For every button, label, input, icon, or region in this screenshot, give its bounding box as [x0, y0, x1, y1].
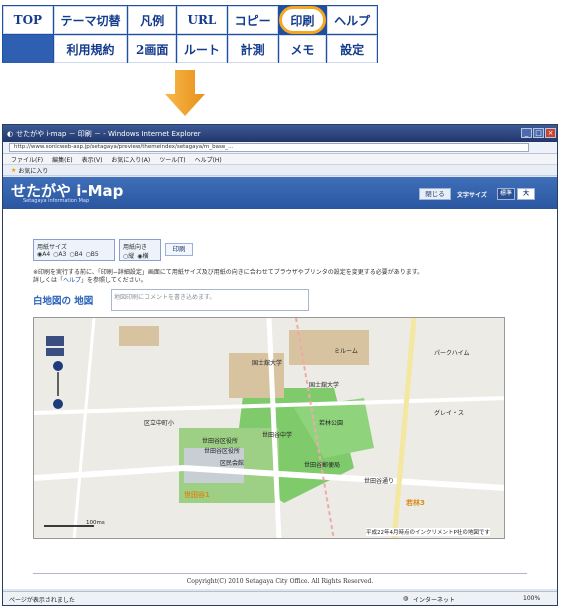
menu-item-legend[interactable]: 凡例 — [128, 6, 177, 34]
globe-icon: ◍ — [403, 595, 409, 602]
map-label: 世田谷通り — [364, 478, 395, 485]
zoom-out-icon[interactable] — [53, 399, 63, 409]
radio-a3[interactable]: ○A3 — [53, 251, 66, 258]
map-label: グレイ・ス — [434, 410, 465, 417]
map-view[interactable]: 国士舘大学 ミルーム 国士舘大学 世田谷区役所 世田谷中学 区民会館 世田谷区役… — [33, 317, 505, 539]
zoom-level[interactable]: 100% — [523, 595, 540, 602]
radio-b5[interactable]: ○B5 — [86, 251, 99, 258]
menubar-view[interactable]: 表示(V) — [82, 155, 103, 164]
radio-landscape[interactable]: ◉横 — [137, 251, 148, 260]
orientation-group: 用紙向き ○縦 ◉横 — [119, 239, 161, 261]
map-scale-label: 100ms — [86, 520, 105, 526]
map-district-label: 若林3 — [406, 499, 425, 507]
menu-item-terms[interactable]: 利用規約 — [53, 35, 128, 63]
map-label: 世田谷区役所 — [202, 438, 239, 445]
favorites-bar: ★ お気に入り — [3, 165, 557, 176]
map-date-note: 平成22年4月時点のインクリメントP社の地図です — [366, 528, 490, 536]
site-header: せたがや i-Map Setagaya information Map 閉じる … — [3, 177, 557, 209]
font-size-standard-button[interactable]: 標準 — [497, 188, 515, 200]
notice-line-1: ※印刷を実行する前に、「印刷−詳細設定」画面にて用紙サイズ及び用紙の向きに合わせ… — [33, 269, 424, 276]
menubar-edit[interactable]: 編集(E) — [52, 155, 72, 164]
map-district-label: 世田谷1 — [184, 491, 210, 499]
map-label: 国士舘大学 — [309, 382, 340, 389]
menu-item-print[interactable]: 印刷 — [278, 6, 327, 34]
browser-menubar: ファイル(F) 編集(E) 表示(V) お気に入り(A) ツール(T) ヘルプ(… — [3, 154, 557, 165]
zone-label: インターネット — [413, 597, 456, 604]
comment-input[interactable]: 地図印刷にコメントを書き込めます。 — [111, 289, 309, 311]
orientation-label: 用紙向き — [123, 244, 148, 251]
map-road — [72, 318, 96, 538]
radio-b4[interactable]: ○B4 — [69, 251, 82, 258]
map-pan-control[interactable] — [46, 348, 64, 356]
radio-a4[interactable]: ◉A4 — [37, 251, 50, 258]
address-field[interactable]: http://www.sonicweb-asp.jp/setagaya/prev… — [9, 143, 529, 152]
menu-item-top[interactable]: TOP — [3, 6, 53, 34]
browser-window: ◐ せたがや i-map － 印刷 － - Windows Internet E… — [2, 124, 558, 606]
menu-item-dual-screen[interactable]: 2画面 — [128, 35, 177, 63]
window-titlebar: ◐ せたがや i-map － 印刷 － - Windows Internet E… — [3, 125, 557, 142]
menu-row-2: 利用規約 2画面 ルート 計測 メモ 設定 — [3, 35, 378, 63]
menubar-favorites[interactable]: お気に入り(A) — [111, 155, 150, 164]
menu-item-memo[interactable]: メモ — [278, 35, 327, 63]
menu-item-settings[interactable]: 設定 — [327, 35, 378, 63]
zoom-in-icon[interactable] — [53, 361, 63, 371]
map-label: 世田谷郵便局 — [304, 462, 341, 469]
map-building — [119, 326, 159, 346]
map-pan-control[interactable] — [46, 336, 64, 346]
browser-statusbar: ページが表示されました ◍ インターネット 100% — [3, 591, 557, 605]
site-logo-subtitle: Setagaya information Map — [23, 198, 90, 204]
font-size-label: 文字サイズ — [457, 192, 487, 199]
map-label: 世田谷区役所 — [204, 448, 241, 455]
menubar-help[interactable]: ヘルプ(H) — [195, 155, 222, 164]
ie-icon: ◐ — [7, 129, 14, 138]
copyright-text: Copyright(C) 2010 Setagaya City Office. … — [186, 578, 374, 585]
menu-row-1: TOP テーマ切替 凡例 URL コピー 印刷 ヘルプ — [3, 6, 378, 34]
print-button[interactable]: 印刷 — [165, 243, 193, 256]
print-notice: ※印刷を実行する前に、「印刷−詳細設定」画面にて用紙サイズ及び用紙の向きに合わせ… — [33, 269, 423, 285]
map-label: 若林公園 — [319, 420, 344, 427]
page-content: せたがや i-Map Setagaya information Map 閉じる … — [3, 177, 557, 589]
font-size-large-button[interactable]: 大 — [517, 188, 535, 200]
map-label: パークハイム — [434, 350, 470, 357]
window-title: せたがや i-map － 印刷 － - Windows Internet Exp… — [16, 129, 201, 138]
map-label: 世田谷中学 — [262, 432, 293, 439]
maximize-icon[interactable]: □ — [533, 128, 544, 138]
menubar-tools[interactable]: ツール(T) — [159, 155, 185, 164]
map-label: ミルーム — [334, 348, 358, 355]
map-label: 区立中町小 — [144, 420, 175, 427]
address-bar: http://www.sonicweb-asp.jp/setagaya/prev… — [3, 142, 557, 154]
top-menu: TOP テーマ切替 凡例 URL コピー 印刷 ヘルプ 利用規約 2画面 ルート… — [2, 5, 378, 63]
map-label: 国士舘大学 — [252, 360, 283, 367]
menu-item-copy[interactable]: コピー — [227, 6, 278, 34]
help-link[interactable]: ヘルプ — [63, 277, 81, 284]
close-window-icon[interactable]: × — [545, 128, 556, 138]
status-text: ページが表示されました — [9, 597, 75, 604]
menu-item-measure[interactable]: 計測 — [227, 35, 278, 63]
menu-item-url[interactable]: URL — [177, 6, 227, 34]
paper-size-group: 用紙サイズ ◉A4 ○A3 ○B4 ○B5 — [33, 239, 115, 261]
star-icon: ★ — [11, 166, 17, 174]
minimize-icon[interactable]: _ — [521, 128, 532, 138]
menubar-file[interactable]: ファイル(F) — [11, 155, 43, 164]
radio-portrait[interactable]: ○縦 — [123, 251, 134, 260]
paper-size-label: 用紙サイズ — [37, 244, 67, 251]
notice-line-2: 詳しくは「ヘルプ」を参照してください。 — [33, 277, 147, 284]
down-arrow-icon — [165, 70, 205, 116]
close-button[interactable]: 閉じる — [419, 188, 451, 200]
menu-blank — [3, 35, 53, 63]
map-title: 白地図の 地図 — [33, 296, 94, 307]
footer-divider — [33, 573, 527, 574]
map-label: 区民会館 — [220, 460, 245, 467]
menu-item-theme[interactable]: テーマ切替 — [53, 6, 128, 34]
favorites-label[interactable]: お気に入り — [18, 166, 48, 175]
menu-item-route[interactable]: ルート — [177, 35, 227, 63]
menu-item-help[interactable]: ヘルプ — [327, 6, 378, 34]
